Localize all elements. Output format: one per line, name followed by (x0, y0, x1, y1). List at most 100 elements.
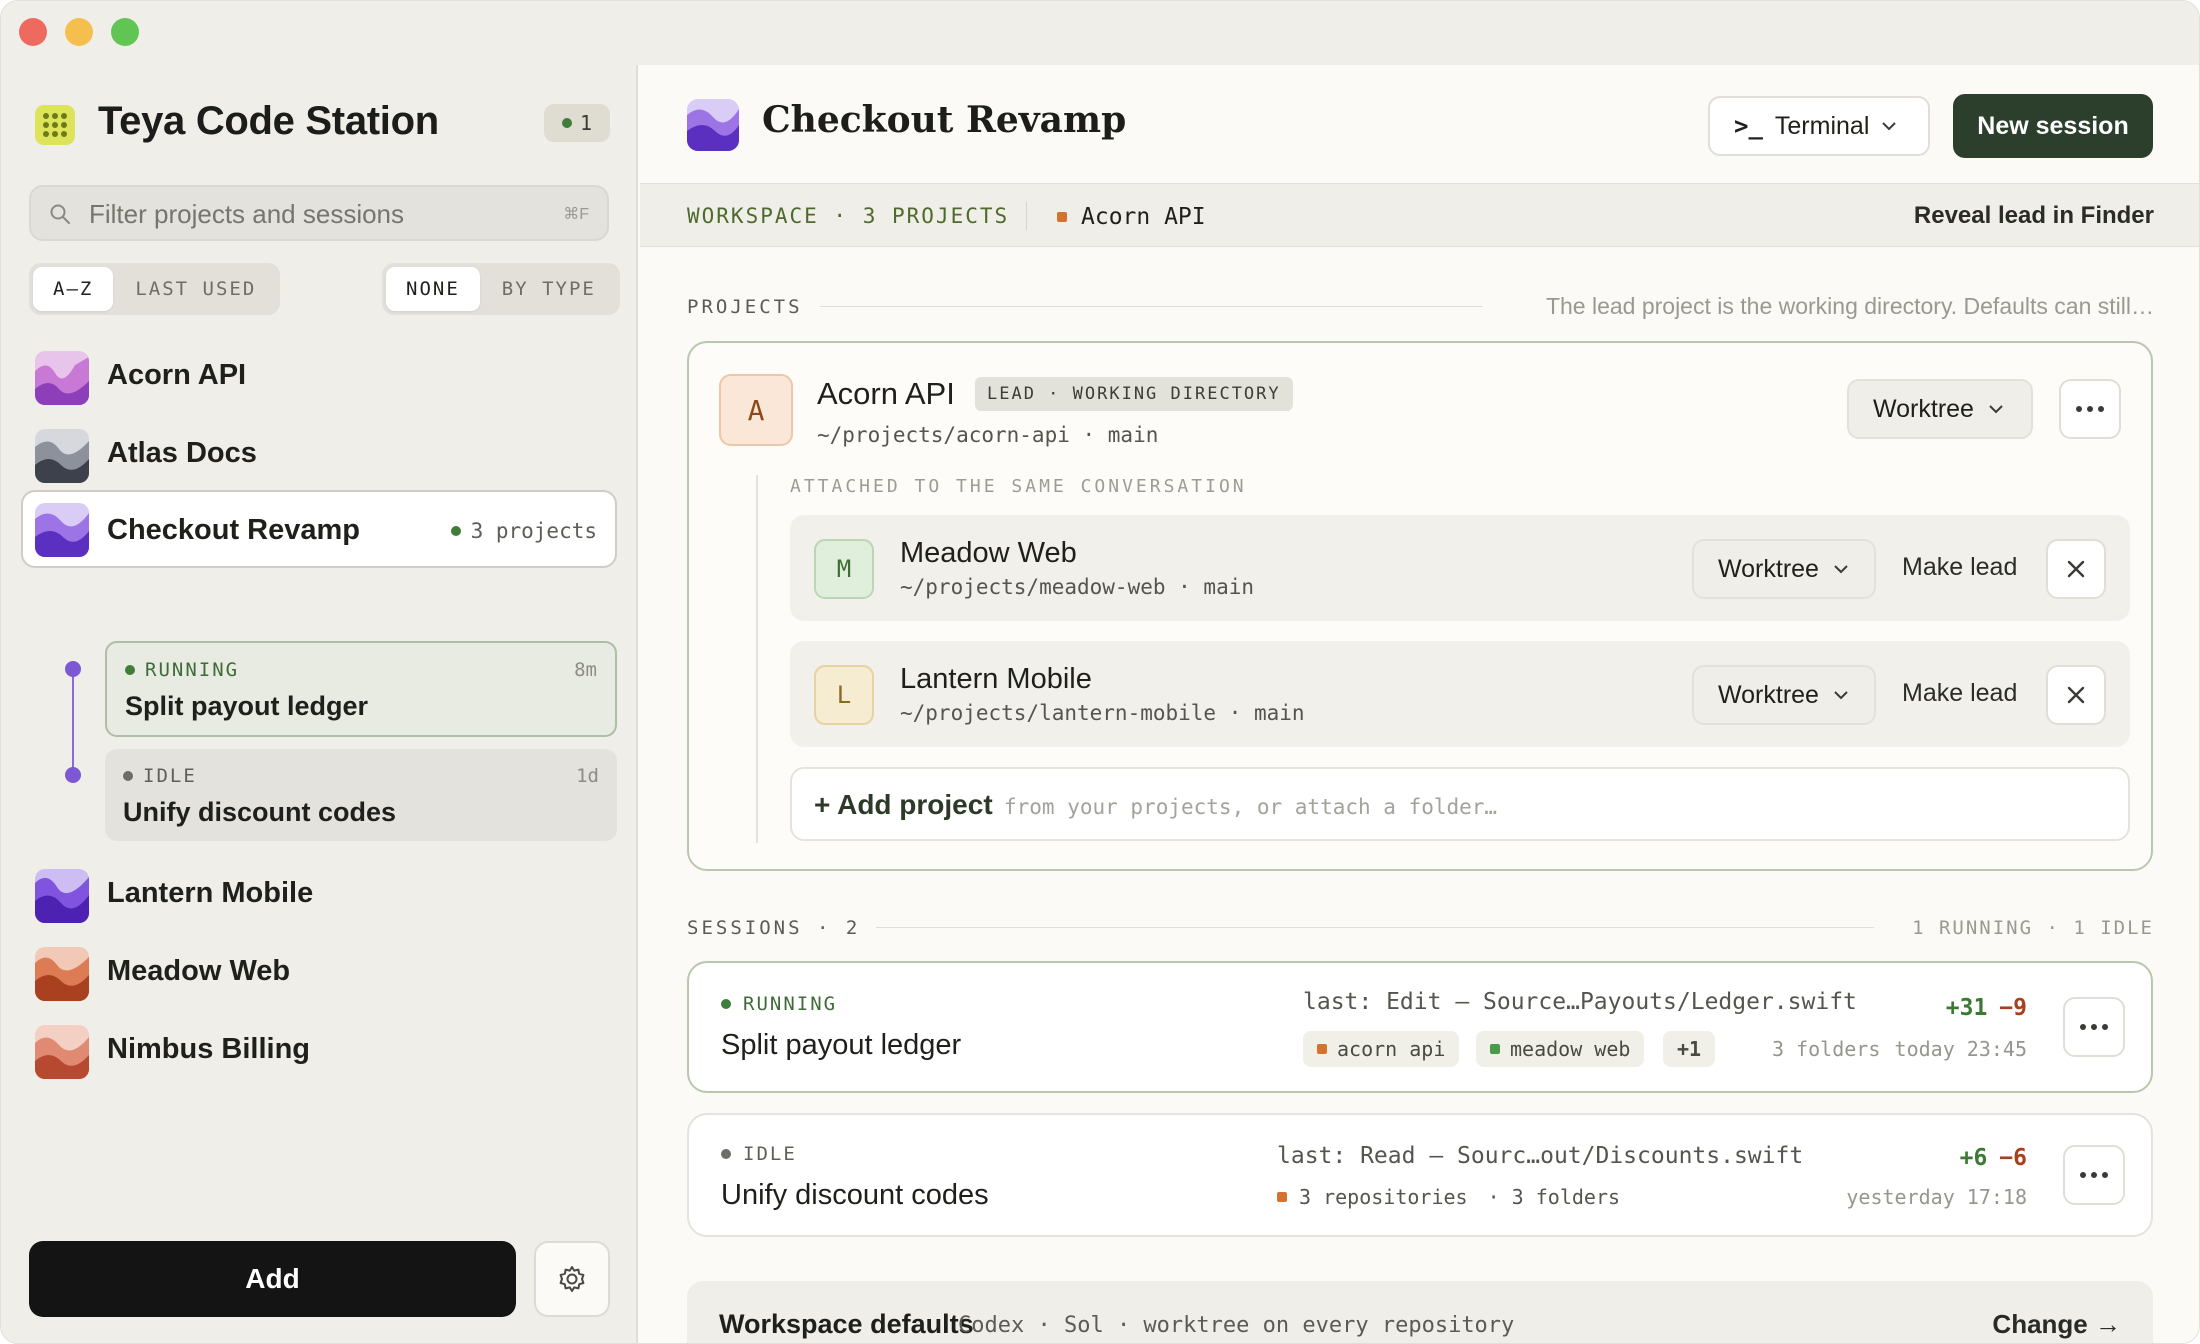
idle-dot-icon (721, 1149, 731, 1159)
minimize-window-button[interactable] (65, 18, 93, 46)
status-label: RUNNING (743, 993, 838, 1015)
running-dot-icon (721, 999, 731, 1009)
sessions-heading: SESSIONS · 2 (687, 917, 861, 939)
session-status: RUNNING (125, 659, 239, 681)
project-name: Meadow Web (107, 955, 291, 987)
chevron-down-icon (1834, 565, 1848, 574)
running-count: 1 (579, 111, 593, 135)
session-more-button[interactable] (2063, 1145, 2125, 1205)
more-dot (2091, 1172, 2097, 1178)
sidebar-project-atlas-docs[interactable]: Atlas Docs (21, 413, 617, 487)
more-dot (2091, 1024, 2097, 1030)
projects-panel: A Acorn API LEAD · WORKING DIRECTORY ~/p… (687, 341, 2153, 871)
sort-toggle: A–Z LAST USED (29, 263, 281, 315)
chip-label: acorn api (1337, 1037, 1446, 1061)
attached-project-lantern-mobile: L Lantern Mobile ~/projects/lantern-mobi… (790, 641, 2130, 747)
remove-project-button[interactable] (2046, 665, 2106, 725)
diff-stats: +31 −9 (1946, 995, 2027, 1021)
lead-badge: LEAD · WORKING DIRECTORY (975, 377, 1293, 411)
lead-project-path: ~/projects/acorn-api · main (817, 423, 1159, 447)
close-icon (2067, 560, 2085, 578)
group-none-button[interactable]: NONE (386, 267, 480, 311)
project-name: Lantern Mobile (107, 877, 314, 909)
project-thumbnail-icon (35, 947, 89, 1001)
projects-note: The lead project is the working director… (1545, 293, 2154, 319)
remove-project-button[interactable] (2046, 539, 2106, 599)
attached-project-name: Lantern Mobile (900, 663, 1092, 695)
group-by-type-button[interactable]: BY TYPE (482, 267, 616, 311)
attached-project-path: ~/projects/meadow-web · main (900, 575, 1255, 599)
sidebar-project-checkout-revamp[interactable]: Checkout Revamp 3 projects (21, 490, 617, 568)
project-thumbnail-icon (35, 351, 89, 405)
change-defaults-link[interactable]: Change → (1992, 1309, 2121, 1340)
project-thumbnail-icon (35, 1025, 89, 1079)
divider (820, 306, 1483, 307)
sort-az-button[interactable]: A–Z (33, 267, 114, 311)
settings-button[interactable] (534, 1241, 610, 1317)
session-row-split-payout[interactable]: RUNNING Split payout ledger last: Edit —… (687, 961, 2153, 1093)
repo-dot-icon (1317, 1044, 1327, 1054)
app-title: Teya Code Station (98, 99, 439, 143)
session-title: Unify discount codes (721, 1179, 989, 1211)
workspace-defaults-bar: Workspace defaults Codex · Sol · worktre… (687, 1281, 2153, 1343)
terminal-dropdown[interactable]: >_ Terminal (1708, 96, 1930, 156)
idle-dot-icon (123, 771, 133, 781)
running-dot-icon (125, 665, 135, 675)
defaults-title: Workspace defaults (719, 1309, 974, 1339)
sidebar-project-lantern-mobile[interactable]: Lantern Mobile (21, 853, 617, 927)
sidebar-project-acorn-api[interactable]: Acorn API (21, 335, 617, 409)
close-window-button[interactable] (19, 18, 47, 46)
sidebar-project-nimbus-billing[interactable]: Nimbus Billing (21, 1009, 617, 1083)
running-count-badge: 1 (544, 104, 610, 142)
project-thumbnail-icon (35, 429, 89, 483)
sidebar-session-unify-discount[interactable]: IDLE 1d Unify discount codes (105, 749, 617, 841)
chevron-down-icon (1834, 691, 1848, 700)
tree-node-icon (65, 661, 81, 677)
reveal-in-finder-link[interactable]: Reveal lead in Finder (1914, 202, 2154, 230)
project-name: Atlas Docs (107, 437, 257, 469)
repo-summary: 3 repositories · 3 folders (1277, 1185, 1620, 1209)
session-status: IDLE (123, 765, 197, 787)
lead-more-button[interactable] (2059, 379, 2121, 439)
session-time: 1d (576, 765, 599, 787)
worktree-label: Worktree (1718, 680, 1819, 709)
sidebar-session-split-payout[interactable]: RUNNING 8m Split payout ledger (105, 641, 617, 737)
add-button[interactable]: Add (29, 1241, 516, 1317)
repo-chip: meadow web (1476, 1031, 1645, 1067)
tree-node-icon (65, 767, 81, 783)
lead-indicator: Acorn API (1057, 204, 1206, 230)
project-meta: 3 projects (450, 519, 597, 543)
repo-chip: acorn api (1303, 1031, 1460, 1067)
app-logo-icon (35, 105, 75, 145)
divider (876, 927, 1874, 928)
more-repos-chip: +1 (1663, 1031, 1716, 1067)
lead-worktree-dropdown[interactable]: Worktree (1847, 379, 2033, 439)
new-session-button[interactable]: New session (1953, 94, 2153, 158)
sessions-summary: 1 RUNNING · 1 IDLE (1912, 917, 2154, 939)
status-label: IDLE (143, 765, 197, 787)
divider (1026, 202, 1027, 230)
session-more-button[interactable] (2063, 997, 2125, 1057)
add-project-label: + Add project (814, 789, 993, 820)
lead-avatar: A (719, 374, 793, 446)
sidebar-project-meadow-web[interactable]: Meadow Web (21, 931, 617, 1005)
worktree-dropdown[interactable]: Worktree (1692, 665, 1876, 725)
make-lead-button[interactable]: Make lead (1902, 553, 2017, 582)
gear-icon (559, 1266, 585, 1292)
sort-last-used-button[interactable]: LAST USED (115, 267, 276, 311)
more-dot (2102, 1172, 2108, 1178)
worktree-dropdown[interactable]: Worktree (1692, 539, 1876, 599)
lead-name: Acorn API (1081, 204, 1206, 230)
session-row-unify-discount[interactable]: IDLE Unify discount codes last: Read — S… (687, 1113, 2153, 1237)
zoom-window-button[interactable] (111, 18, 139, 46)
project-name: Checkout Revamp (107, 514, 361, 546)
search-input[interactable] (89, 197, 549, 231)
make-lead-button[interactable]: Make lead (1902, 679, 2017, 708)
chevron-down-icon (1989, 405, 2003, 414)
status-label: IDLE (743, 1143, 797, 1165)
chip-label: meadow web (1510, 1037, 1631, 1061)
search-field[interactable]: ⌘F (29, 185, 609, 241)
session-status: RUNNING (721, 993, 837, 1015)
project-avatar: M (814, 539, 874, 599)
add-project-field[interactable]: + Add project from your projects, or att… (790, 767, 2130, 841)
